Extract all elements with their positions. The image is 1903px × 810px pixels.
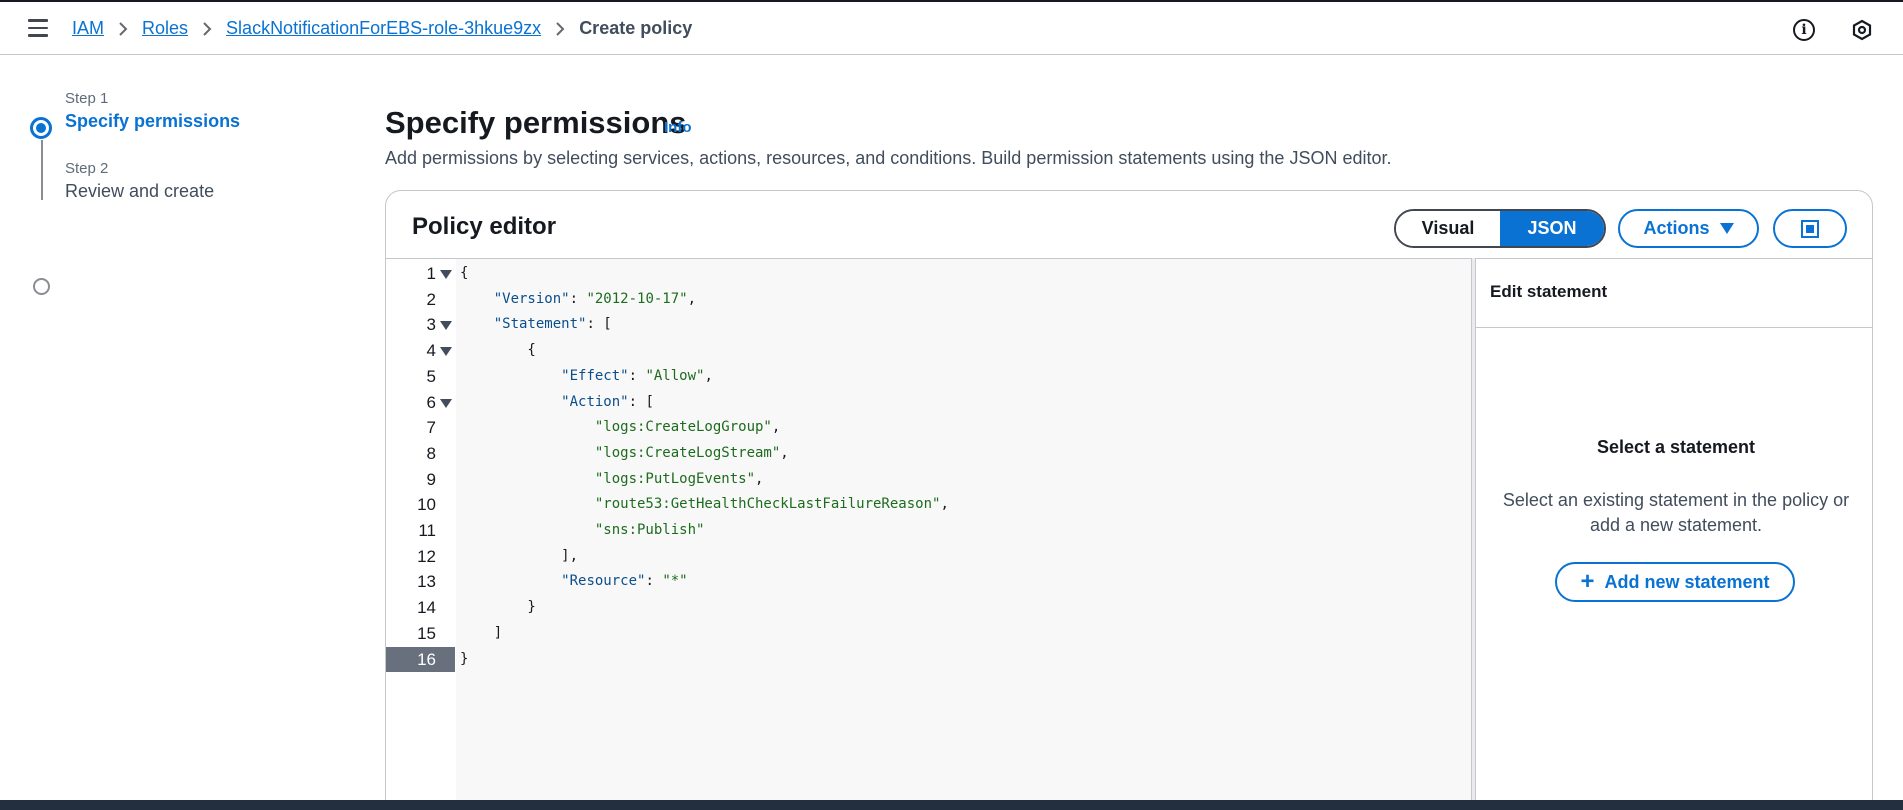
code-text: "Effect": "Allow",: [561, 367, 713, 384]
policy-editor-panel: Policy editor Visual JSON Actions 1{2 "V…: [385, 190, 1873, 810]
menu-icon[interactable]: [28, 19, 48, 37]
fullscreen-button[interactable]: [1773, 209, 1847, 248]
code-text: }: [460, 599, 536, 616]
wizard-steps: Step 1 Specify permissions Step 2 Review…: [28, 90, 328, 295]
breadcrumb-roles-link[interactable]: Roles: [142, 18, 188, 39]
code-text: ],: [460, 547, 579, 564]
info-link[interactable]: Info: [664, 119, 692, 136]
step-1-title[interactable]: Specify permissions: [65, 111, 328, 132]
line-number: 9: [426, 469, 436, 489]
code-text: "Statement": [: [493, 316, 612, 333]
line-number: 6: [426, 392, 436, 412]
code-line[interactable]: 2 "Version": "2012-10-17",: [386, 287, 1471, 312]
line-number: 4: [426, 341, 436, 361]
add-new-statement-label: Add new statement: [1604, 571, 1770, 592]
code-text: {: [460, 265, 469, 281]
breadcrumb-iam-link[interactable]: IAM: [72, 18, 104, 39]
code-line[interactable]: 7 "logs:CreateLogGroup",: [386, 415, 1471, 440]
code-line[interactable]: 15 ]: [386, 621, 1471, 646]
page-description: Add permissions by selecting services, a…: [385, 148, 1392, 168]
fullscreen-icon: [1801, 220, 1819, 238]
edit-statement-header: Edit statement: [1476, 259, 1872, 328]
info-icon[interactable]: i: [1793, 19, 1815, 41]
visual-mode-button[interactable]: Visual: [1396, 211, 1500, 246]
page-title: Specify permissions: [385, 105, 687, 140]
code-line[interactable]: 8 "logs:CreateLogStream",: [386, 441, 1471, 466]
chevron-right-icon: [118, 21, 128, 37]
line-number: 7: [426, 418, 436, 438]
edit-statement-panel: Edit statement Select a statement Select…: [1476, 258, 1872, 810]
fold-toggle-icon[interactable]: [440, 321, 452, 331]
code-line[interactable]: 14 }: [386, 595, 1471, 620]
actions-button-label: Actions: [1643, 218, 1710, 238]
code-text: }: [460, 650, 469, 667]
top-navigation-bar: IAM Roles SlackNotificationForEBS-role-3…: [0, 0, 1903, 55]
line-number: 8: [426, 443, 436, 463]
code-text: "logs:CreateLogGroup",: [594, 419, 781, 436]
step-2: Step 2 Review and create: [65, 160, 328, 202]
step-connector: [41, 140, 43, 200]
fold-toggle-icon[interactable]: [440, 398, 452, 408]
line-number: 2: [426, 289, 436, 309]
line-number: 14: [417, 598, 436, 618]
code-line[interactable]: 6 "Action": [: [386, 390, 1471, 415]
step-1-indicator: [30, 117, 52, 139]
code-text: "sns:Publish": [594, 522, 705, 538]
chevron-right-icon: [202, 21, 212, 37]
edit-statement-title: Edit statement: [1490, 282, 1608, 301]
breadcrumb-current: Create policy: [579, 18, 693, 38]
code-text: "logs:CreateLogStream",: [594, 444, 789, 461]
step-2-label: Step 2: [65, 160, 109, 177]
step-1-label: Step 1: [65, 90, 109, 107]
step-2-title[interactable]: Review and create: [65, 181, 328, 202]
empty-state-description: Select an existing statement in the poli…: [1502, 490, 1850, 535]
code-line[interactable]: 12 ],: [386, 544, 1471, 569]
code-line[interactable]: 1{: [386, 261, 1471, 286]
code-line[interactable]: 11 "sns:Publish": [386, 518, 1471, 543]
plus-icon: +: [1580, 568, 1595, 595]
fold-toggle-icon[interactable]: [440, 347, 452, 357]
chevron-right-icon: [555, 21, 565, 37]
actions-dropdown-button[interactable]: Actions: [1618, 209, 1759, 248]
line-number: 13: [417, 572, 436, 592]
code-line[interactable]: 9 "logs:PutLogEvents",: [386, 467, 1471, 492]
code-text: "logs:PutLogEvents",: [594, 470, 764, 487]
code-text: {: [460, 342, 536, 359]
bottom-bar: [0, 800, 1903, 810]
json-mode-button[interactable]: JSON: [1500, 211, 1604, 246]
line-number: 15: [417, 623, 436, 643]
json-code-editor[interactable]: 1{2 "Version": "2012-10-17", 3 "Statement…: [386, 258, 1471, 810]
code-line[interactable]: 5 "Effect": "Allow",: [386, 364, 1471, 389]
step-1: Step 1 Specify permissions: [65, 90, 328, 132]
breadcrumb-role-link[interactable]: SlackNotificationForEBS-role-3hkue9zx: [226, 18, 541, 39]
caret-down-icon: [1719, 223, 1734, 234]
code-line[interactable]: 13 "Resource": "*": [386, 569, 1471, 594]
empty-state-title: Select a statement: [1596, 437, 1756, 457]
line-number: 5: [426, 366, 436, 386]
code-line[interactable]: 4 {: [386, 338, 1471, 363]
code-text: "Resource": "*": [561, 573, 688, 590]
settings-icon[interactable]: [1851, 19, 1873, 41]
code-text: "Version": "2012-10-17",: [493, 290, 697, 307]
code-line[interactable]: 16}: [386, 646, 1471, 672]
line-number: 10: [417, 495, 436, 515]
add-new-statement-button[interactable]: + Add new statement: [1555, 562, 1795, 602]
line-number: 3: [426, 315, 436, 335]
breadcrumb: IAM Roles SlackNotificationForEBS-role-3…: [72, 18, 692, 39]
code-text: "route53:GetHealthCheckLastFailureReason…: [594, 496, 949, 513]
line-number: 11: [418, 521, 436, 540]
line-number: 12: [417, 546, 436, 566]
step-2-indicator: [33, 278, 50, 295]
fold-toggle-icon[interactable]: [440, 270, 452, 279]
line-number: 1: [426, 264, 436, 283]
code-line[interactable]: 3 "Statement": [: [386, 312, 1471, 337]
code-text: ]: [460, 624, 503, 641]
editor-mode-toggle: Visual JSON: [1394, 209, 1606, 248]
code-text: "Action": [: [561, 393, 654, 410]
policy-editor-title: Policy editor: [412, 213, 557, 240]
line-number: 16: [417, 649, 436, 669]
code-line[interactable]: 10 "route53:GetHealthCheckLastFailureRea…: [386, 492, 1471, 517]
